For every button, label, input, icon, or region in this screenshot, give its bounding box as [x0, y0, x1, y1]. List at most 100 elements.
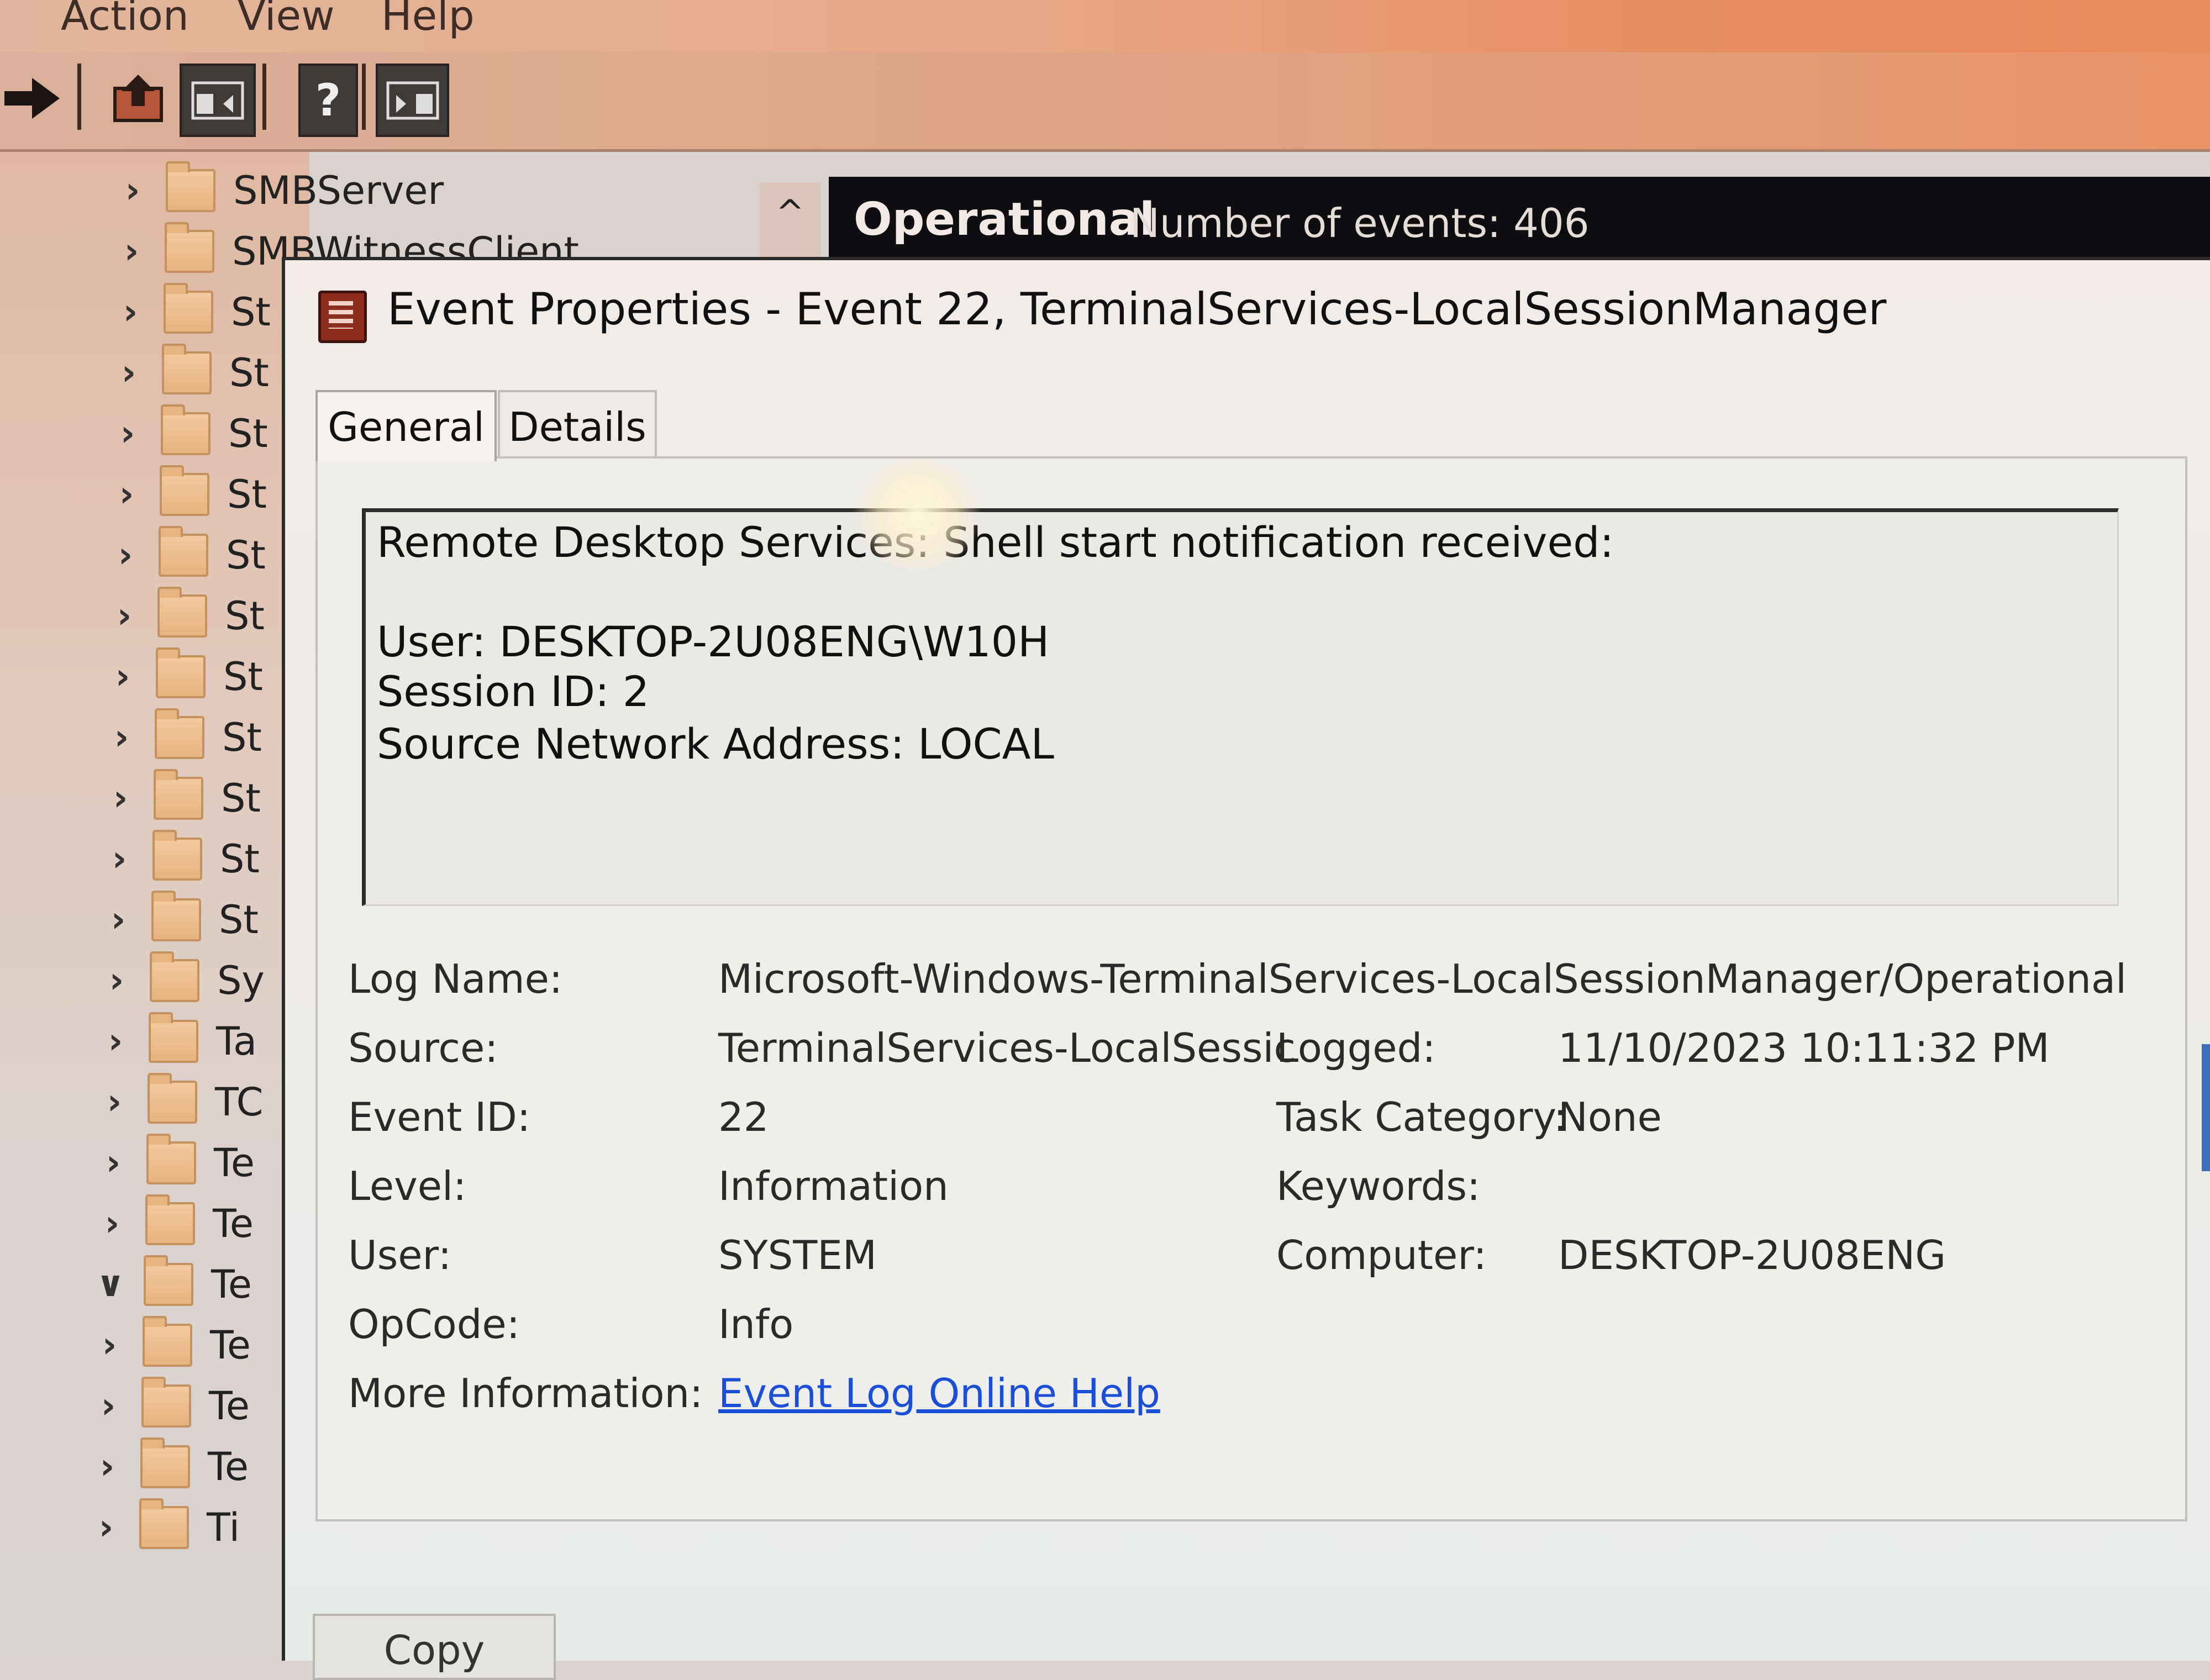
tree-item-label: St [231, 289, 271, 335]
folder-icon [156, 647, 206, 698]
chevron-right-icon[interactable]: › [109, 535, 142, 576]
help-icon: ? [315, 75, 341, 126]
tree-item-label: St [220, 836, 260, 882]
tree-item[interactable]: › Ti [90, 1498, 240, 1555]
folder-icon [141, 1377, 191, 1428]
tree-item-label: Te [214, 1140, 255, 1186]
more-information-label: More Information: [348, 1370, 703, 1416]
event-viewer-icon [318, 291, 367, 343]
chevron-right-icon[interactable]: › [115, 231, 148, 272]
source-label: Source: [348, 1025, 498, 1071]
tree-item[interactable]: › St [103, 830, 260, 887]
chevron-right-icon[interactable]: › [116, 170, 149, 211]
level-label: Level: [348, 1163, 467, 1209]
user-label: User: [348, 1232, 452, 1278]
general-tab-panel: Remote Desktop Services: Shell start not… [315, 456, 2187, 1521]
tree-item-label: Sy [217, 958, 265, 1003]
keywords-label: Keywords: [1276, 1163, 1481, 1209]
tree-item[interactable]: › St [110, 465, 267, 522]
chevron-right-icon[interactable]: › [108, 596, 141, 636]
folder-icon [157, 587, 207, 638]
tree-item[interactable]: › St [114, 283, 271, 340]
chevron-right-icon[interactable]: › [96, 1203, 129, 1244]
computer-value: DESKTOP-2U08ENG [1558, 1232, 1946, 1278]
level-value: Information [718, 1163, 949, 1209]
help-button[interactable]: ? [298, 64, 358, 137]
chevron-right-icon[interactable]: › [114, 292, 147, 333]
tree-item[interactable]: › St [109, 526, 266, 583]
tree-item-label: St [219, 897, 259, 942]
tree-item-label: St [227, 472, 267, 517]
tree-item[interactable]: › St [112, 344, 269, 401]
chevron-down-icon[interactable]: ∨ [94, 1264, 127, 1305]
toolbar-separator [362, 64, 366, 130]
chevron-right-icon[interactable]: › [98, 1082, 131, 1123]
computer-label: Computer: [1276, 1232, 1487, 1278]
forward-button[interactable] [0, 64, 64, 133]
task-category-label: Task Category: [1276, 1094, 1567, 1140]
event-count: Number of events: 406 [1130, 200, 1590, 246]
event-id-label: Event ID: [348, 1094, 531, 1140]
tree-item[interactable]: › Sy [100, 951, 265, 1008]
folder-icon [164, 283, 213, 334]
tree-pane: › SMBServer › SMBWitnessClient › St › St › St › St ›… [0, 152, 579, 1657]
chevron-right-icon[interactable]: › [102, 899, 135, 940]
tree-item[interactable]: › Te [96, 1194, 254, 1251]
copy-button[interactable]: Copy [313, 1614, 556, 1680]
tab-details[interactable]: Details [498, 390, 657, 461]
chevron-right-icon[interactable]: › [97, 1142, 130, 1183]
chevron-right-icon[interactable]: › [92, 1386, 125, 1426]
folder-icon [149, 1012, 198, 1063]
folder-icon [139, 1498, 189, 1549]
tree-item[interactable]: › Ta [99, 1012, 257, 1069]
chevron-right-icon[interactable]: › [90, 1507, 123, 1548]
tree-item[interactable]: › St [106, 647, 263, 704]
chevron-right-icon[interactable]: › [112, 352, 145, 393]
tab-general[interactable]: General [315, 390, 497, 461]
folder-icon [152, 830, 202, 881]
tree-item[interactable]: › St [105, 708, 262, 765]
folder-icon [154, 769, 203, 820]
menu-action[interactable]: Action [61, 0, 189, 40]
tree-item[interactable]: › Te [93, 1316, 251, 1373]
tree-item[interactable]: › St [102, 891, 259, 947]
chevron-right-icon[interactable]: › [105, 717, 138, 758]
chevron-right-icon[interactable]: › [110, 474, 143, 515]
tree-item[interactable]: › St [104, 769, 261, 826]
tree-item[interactable]: › St [111, 404, 268, 461]
up-folder-button[interactable] [105, 64, 171, 133]
tree-item-label: TC [215, 1079, 264, 1125]
event-description-box[interactable]: Remote Desktop Services: Shell start not… [362, 508, 2119, 906]
folder-icon [148, 1073, 197, 1124]
tree-item[interactable]: ∨ Te [94, 1255, 252, 1312]
dialog-title: Event Properties - Event 22, TerminalSer… [387, 283, 1887, 335]
chevron-right-icon[interactable]: › [111, 413, 144, 454]
show-hide-icon [191, 81, 244, 119]
chevron-right-icon[interactable]: › [99, 1021, 132, 1062]
action-pane-button[interactable] [376, 64, 449, 137]
tree-item-label: Te [213, 1201, 254, 1246]
tree-item[interactable]: › St [108, 587, 265, 644]
show-hide-tree-button[interactable] [180, 64, 256, 137]
window-edge-highlight [2202, 1044, 2210, 1171]
tree-item[interactable]: › TC [98, 1073, 264, 1130]
tree-item[interactable]: › Te [91, 1437, 249, 1494]
logged-value: 11/10/2023 10:11:32 PM [1558, 1025, 2050, 1071]
event-log-online-help-link[interactable]: Event Log Online Help [718, 1370, 1160, 1416]
tree-item[interactable]: › Te [92, 1377, 250, 1434]
chevron-right-icon[interactable]: › [91, 1446, 124, 1487]
chevron-right-icon[interactable]: › [100, 960, 133, 1001]
tree-item[interactable]: › SMBServer [116, 161, 444, 218]
chevron-right-icon[interactable]: › [103, 839, 136, 880]
chevron-right-icon[interactable]: › [106, 656, 139, 697]
tree-item[interactable]: › Te [97, 1134, 255, 1191]
tree-item-label: Te [211, 1262, 252, 1307]
chevron-right-icon[interactable]: › [93, 1325, 126, 1366]
menu-help[interactable]: Help [381, 0, 475, 40]
menu-view[interactable]: View [238, 0, 335, 40]
log-title: Operational [854, 193, 1155, 246]
up-folder-icon [113, 75, 163, 122]
scroll-up-button[interactable]: ^ [760, 182, 820, 265]
folder-icon [155, 708, 204, 759]
chevron-right-icon[interactable]: › [104, 778, 137, 819]
